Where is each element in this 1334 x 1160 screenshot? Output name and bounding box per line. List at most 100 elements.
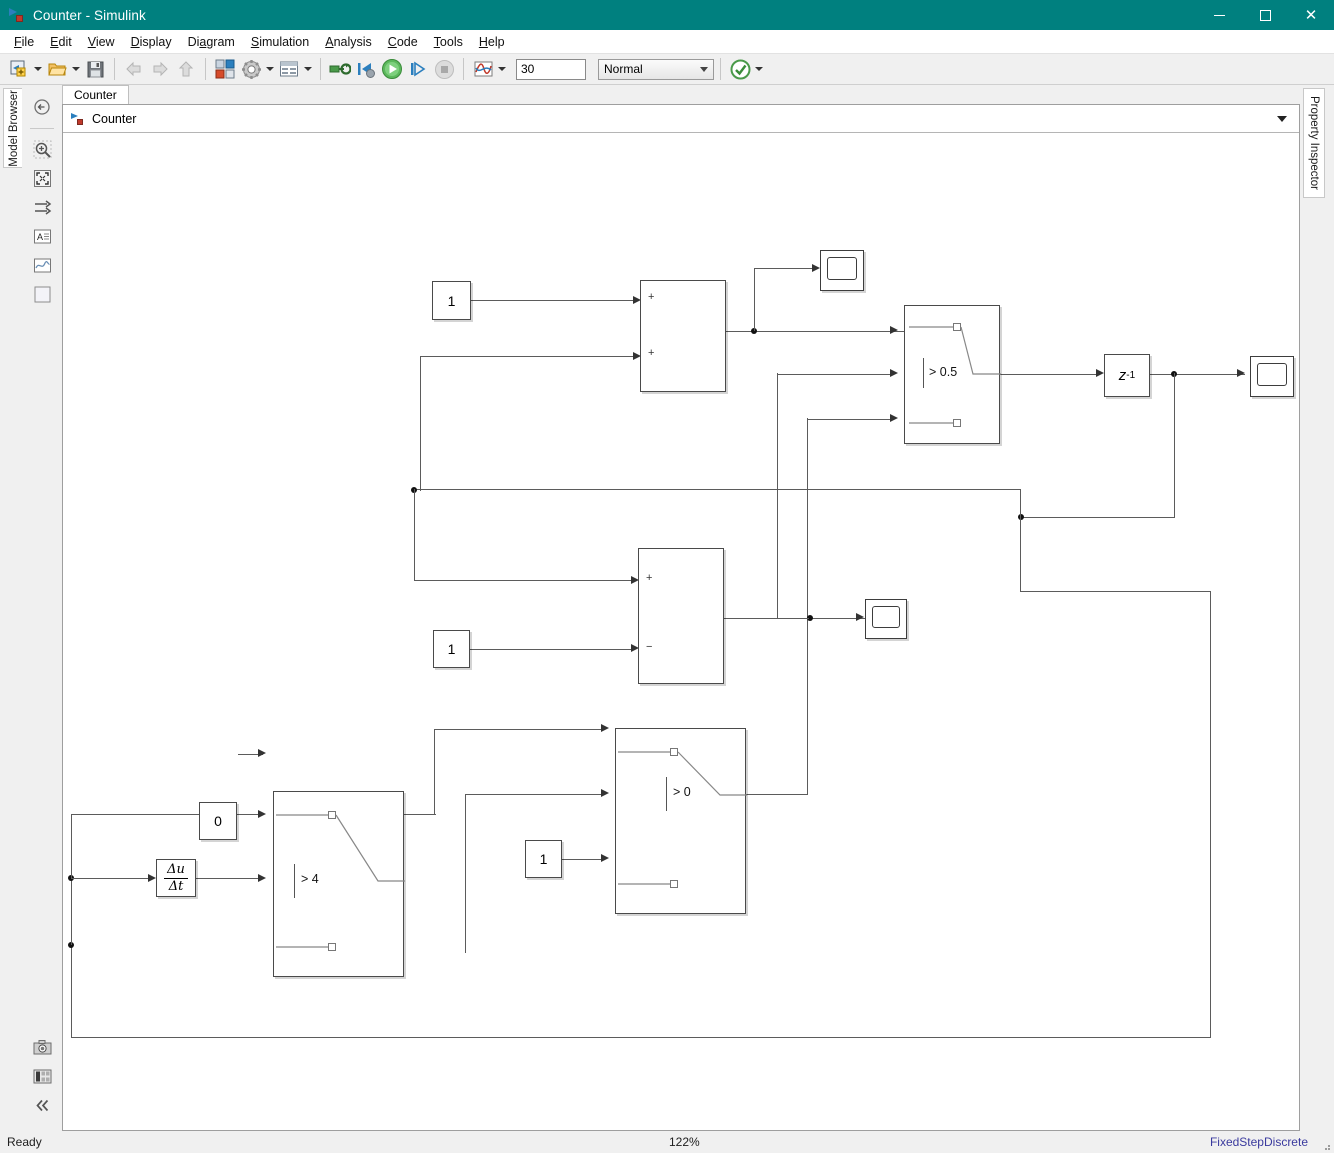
chevron-down-icon	[700, 66, 708, 72]
solver-name[interactable]: FixedStepDiscrete	[1210, 1135, 1308, 1149]
zoom-level[interactable]: 122%	[669, 1135, 700, 1149]
unit-delay-block[interactable]: z -1	[1104, 354, 1150, 397]
resize-grip[interactable]	[1319, 1139, 1331, 1151]
fit-to-view-icon[interactable]	[31, 167, 53, 189]
stop-time-input[interactable]: 30	[516, 58, 586, 80]
breadcrumb: Counter	[63, 105, 1299, 133]
arrow-switchbl-in2	[258, 809, 266, 818]
up-button[interactable]	[173, 56, 199, 82]
scope-signal-dropdown[interactable]	[496, 56, 508, 82]
menu-help[interactable]: Help	[471, 33, 513, 51]
property-inspector-panel-tab[interactable]: Property Inspector	[1303, 88, 1325, 198]
wire-switchbl-out-v	[434, 729, 436, 815]
area-icon[interactable]	[31, 283, 53, 305]
library-browser-button[interactable]	[212, 56, 238, 82]
open-model-button[interactable]	[44, 56, 70, 82]
wire-feedback-vert-to-sumtop	[420, 356, 422, 491]
window-controls: ✕	[1196, 0, 1334, 30]
model-settings-gear-icon[interactable]	[238, 56, 264, 82]
left-column: Model Browser	[0, 85, 25, 1131]
menu-tools[interactable]: Tools	[426, 33, 471, 51]
switch-block-gt-4[interactable]: > 4	[273, 791, 405, 977]
scope-block-top[interactable]	[820, 250, 864, 291]
menu-bar: FFileile Edit View Display Diagram Simul…	[0, 30, 1334, 53]
scope-signal-icon[interactable]	[470, 56, 496, 82]
wire-left-bus-to-ctrl	[71, 814, 73, 878]
maximize-button[interactable]	[1242, 0, 1288, 30]
model-explorer-button[interactable]	[276, 56, 302, 82]
tab-counter[interactable]: Counter	[62, 85, 129, 104]
menu-code[interactable]: Code	[380, 33, 426, 51]
block-diagram[interactable]: 1 + + > 0.5 z -1 + − 1 0 > 4 Δu Δt > 0 1	[63, 133, 1299, 1130]
wire-summid-in1-h	[414, 580, 631, 582]
menu-file[interactable]: FFileile	[6, 33, 42, 51]
sum-sign-minus: −	[646, 641, 653, 653]
toolbar: 30 Normal	[0, 53, 1334, 85]
model-settings-dropdown[interactable]	[264, 56, 276, 82]
arrow-switchbm-in3	[601, 854, 609, 862]
step-back-button[interactable]	[353, 56, 379, 82]
derivative-denominator: Δt	[168, 878, 184, 894]
constant-value-top: 1	[447, 292, 456, 309]
derivative-block[interactable]: Δu Δt	[156, 859, 196, 897]
constant-block-0[interactable]: 0	[199, 802, 237, 840]
scope-block-right[interactable]	[1250, 356, 1294, 397]
constant-block-1-bottom[interactable]: 1	[525, 840, 562, 878]
navigate-back-icon[interactable]	[31, 96, 53, 118]
stop-button[interactable]	[431, 56, 457, 82]
property-inspector-label: Property Inspector	[1308, 96, 1320, 190]
save-model-button[interactable]	[82, 56, 108, 82]
model-explorer-dropdown[interactable]	[302, 56, 314, 82]
menu-simulation[interactable]: Simulation	[243, 33, 317, 51]
scope-block-middle[interactable]	[865, 599, 907, 639]
sum-sign-plus-2: +	[648, 347, 655, 359]
check-model-dropdown[interactable]	[753, 56, 765, 82]
constant-block-1-middle[interactable]: 1	[433, 630, 470, 668]
step-forward-button[interactable]	[405, 56, 431, 82]
switch-block-gt-0p5[interactable]: > 0.5	[904, 305, 1001, 444]
menu-edit[interactable]: Edit	[42, 33, 80, 51]
sum-block-middle[interactable]: + −	[638, 548, 724, 684]
status-bar: Ready 122% FixedStepDiscrete	[0, 1131, 1334, 1153]
check-model-button[interactable]	[727, 56, 753, 82]
menu-analysis[interactable]: Analysis	[317, 33, 380, 51]
chevron-down-icon[interactable]	[1277, 116, 1287, 122]
zoom-in-icon[interactable]	[31, 138, 53, 160]
annotation-icon[interactable]: A	[31, 225, 53, 247]
constant-value-bottom: 1	[539, 851, 548, 867]
arrow-derivative-in	[148, 873, 156, 882]
legend-icon[interactable]	[31, 1065, 53, 1087]
wire-switchbm-out-h	[744, 793, 808, 795]
close-button[interactable]: ✕	[1288, 0, 1334, 30]
arrow-switchmid-in2	[890, 369, 898, 377]
forward-button[interactable]	[147, 56, 173, 82]
breadcrumb-label[interactable]: Counter	[92, 112, 136, 126]
update-model-button[interactable]	[327, 56, 353, 82]
sum-block-top[interactable]: + +	[640, 280, 726, 392]
arrow-scopemid-in	[856, 613, 864, 621]
menu-diagram[interactable]: Diagram	[180, 33, 243, 51]
back-button[interactable]	[121, 56, 147, 82]
scope-viewer-icon[interactable]	[31, 254, 53, 276]
new-model-button[interactable]	[6, 56, 32, 82]
menu-view[interactable]: View	[80, 33, 123, 51]
new-model-dropdown[interactable]	[32, 56, 44, 82]
open-model-dropdown[interactable]	[70, 56, 82, 82]
camera-icon[interactable]	[31, 1036, 53, 1058]
wire-summid-to-switchmid-v	[776, 373, 778, 618]
palette-divider	[30, 128, 54, 129]
minimize-button[interactable]	[1196, 0, 1242, 30]
simulation-mode-select[interactable]: Normal	[598, 58, 714, 80]
arrow-switchbl-in1	[258, 749, 266, 757]
switch-block-gt-0[interactable]: > 0	[615, 728, 747, 914]
collapse-panel-icon[interactable]	[31, 1094, 53, 1116]
wire-derivative-out	[187, 878, 263, 880]
arrow-switchmid-in1	[890, 326, 898, 334]
wire-bottom-loop-vert2	[1210, 590, 1212, 1038]
wire-bottom-loop-horiz2	[71, 1036, 1211, 1038]
wire-delay-feedback-horiz	[1021, 517, 1174, 519]
signal-routing-icon[interactable]	[31, 196, 53, 218]
constant-block-1-top[interactable]: 1	[432, 281, 471, 320]
menu-display[interactable]: Display	[123, 33, 180, 51]
run-button[interactable]	[379, 56, 405, 82]
